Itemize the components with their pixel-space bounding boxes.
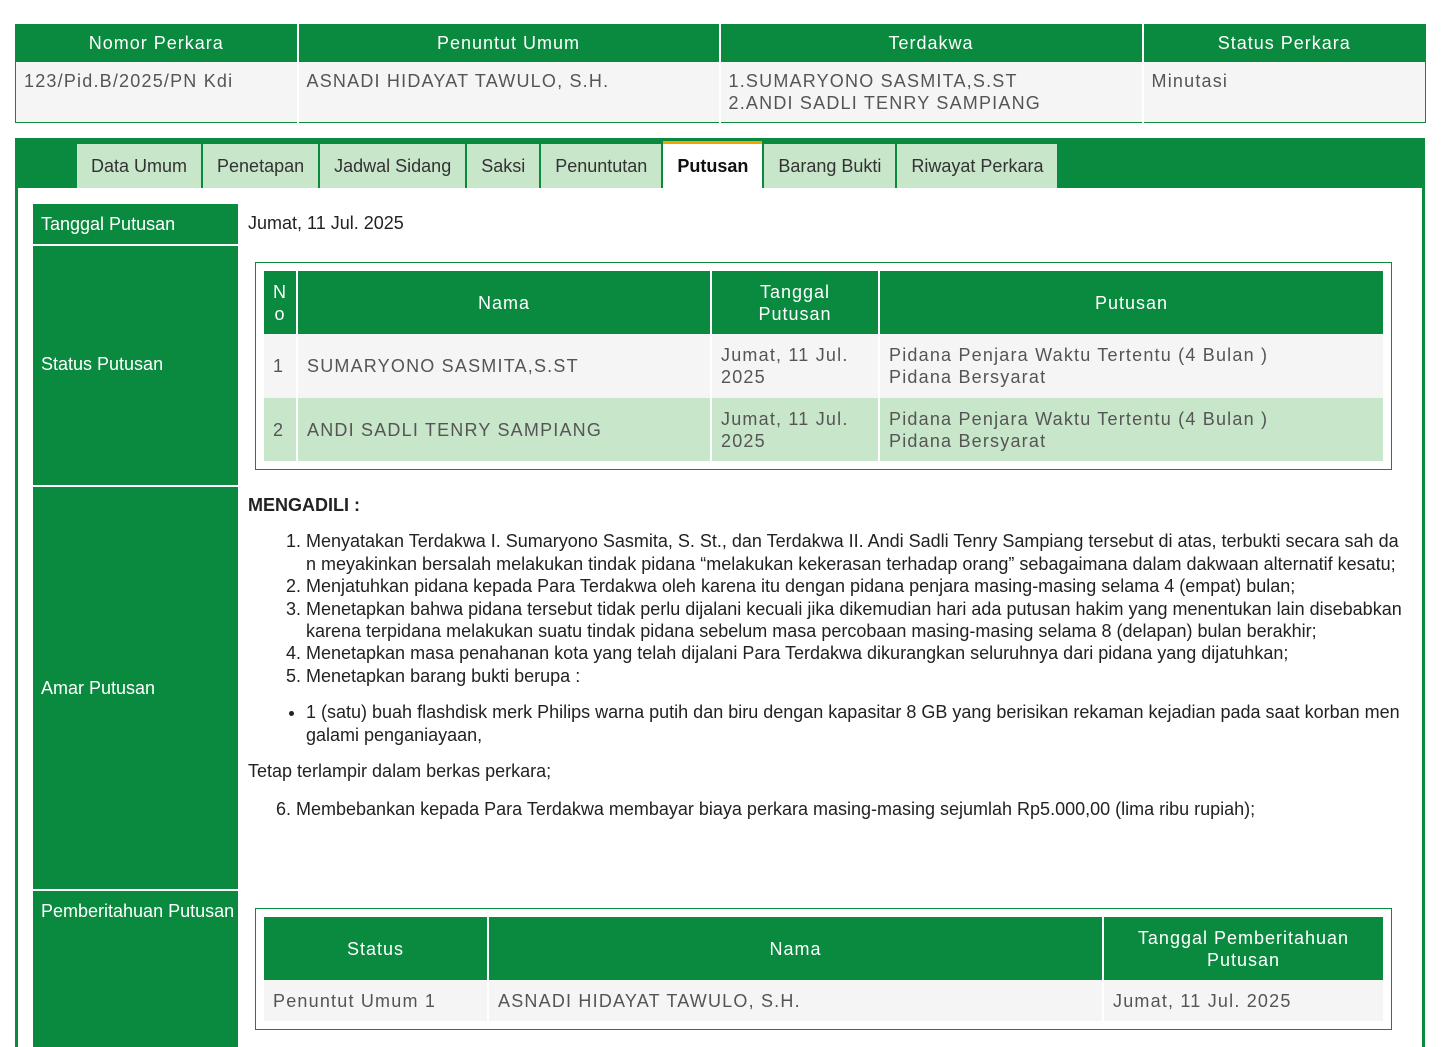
tab-data-umum[interactable]: Data Umum xyxy=(77,144,202,188)
header-terdakwa: Terdakwa xyxy=(719,24,1144,62)
amar-item-3: Menetapkan bahwa pidana tersebut tidak p… xyxy=(306,598,1403,643)
tanggal-putusan-value: Jumat, 11 Jul. 2025 xyxy=(248,213,404,233)
header-nama: Nama xyxy=(297,271,712,334)
row-nama: ASNADI HIDAYAT TAWULO, S.H. xyxy=(488,980,1104,1021)
tab-bar: Data Umum Penetapan Jadwal Sidang Saksi … xyxy=(77,141,1059,188)
table-row: 1 SUMARYONO SASMITA,S.ST Jumat, 11 Jul. … xyxy=(264,334,1383,398)
header-putusan: Putusan xyxy=(879,271,1383,334)
nomor-perkara-value: 123/Pid.B/2025/PN Kdi xyxy=(15,61,299,123)
label-amar-putusan: Amar Putusan xyxy=(33,487,238,889)
status-perkara-value: Minutasi xyxy=(1142,61,1426,123)
amar-item-6: 6. Membebankan kepada Para Terdakwa memb… xyxy=(276,799,1256,820)
label-tanggal-putusan: Tanggal Putusan xyxy=(33,204,238,244)
header-nama: Nama xyxy=(488,917,1104,980)
putusan-line-1: Pidana Penjara Waktu Tertentu (4 Bulan ) xyxy=(889,345,1269,365)
amar-putusan-content: MENGADILI : Menyatakan Terdakwa I. Sumar… xyxy=(248,494,1403,821)
penuntut-umum-value: ASNADI HIDAYAT TAWULO, S.H. xyxy=(297,61,721,123)
row-tanggal: Jumat, 11 Jul. 2025 xyxy=(1103,980,1383,1021)
row-no: 1 xyxy=(264,334,298,398)
tab-penuntutan[interactable]: Penuntutan xyxy=(541,144,662,188)
amar-item-2: Menjatuhkan pidana kepada Para Terdakwa … xyxy=(306,575,1403,597)
header-nomor-perkara: Nomor Perkara xyxy=(15,24,299,62)
header-tanggal-putusan: Tanggal Putusan xyxy=(711,271,880,334)
row-putusan: Pidana Penjara Waktu Tertentu (4 Bulan )… xyxy=(879,334,1383,398)
pemberitahuan-table-wrap: Status Nama Tanggal Pemberitahuan Putusa… xyxy=(255,908,1392,1030)
table-row: 2 ANDI SADLI TENRY SAMPIANG Jumat, 11 Ju… xyxy=(264,398,1383,461)
amar-item-1: Menyatakan Terdakwa I. Sumaryono Sasmita… xyxy=(306,530,1403,575)
header-no: No xyxy=(264,271,298,334)
case-summary-table: Nomor Perkara Penuntut Umum Terdakwa Sta… xyxy=(15,24,1426,123)
table-row: Penuntut Umum 1 ASNADI HIDAYAT TAWULO, S… xyxy=(264,980,1383,1021)
header-status: Status xyxy=(264,917,489,980)
putusan-line-1: Pidana Penjara Waktu Tertentu (4 Bulan ) xyxy=(889,408,1269,429)
barang-bukti-list: 1 (satu) buah flashdisk merk Philips war… xyxy=(306,701,1403,746)
putusan-line-2: Pidana Bersyarat xyxy=(889,367,1047,387)
header-tanggal-pemberitahuan: Tanggal Pemberitahuan Putusan xyxy=(1103,917,1383,980)
case-summary-header-row: Nomor Perkara Penuntut Umum Terdakwa Sta… xyxy=(15,24,1426,62)
pemberitahuan-header-row: Status Nama Tanggal Pemberitahuan Putusa… xyxy=(264,917,1383,980)
amar-heading: MENGADILI : xyxy=(248,495,360,515)
tab-barang-bukti[interactable]: Barang Bukti xyxy=(764,144,896,188)
tab-riwayat-perkara[interactable]: Riwayat Perkara xyxy=(897,144,1058,188)
case-summary-row: 123/Pid.B/2025/PN Kdi ASNADI HIDAYAT TAW… xyxy=(15,61,1426,123)
terdakwa-value: 1.SUMARYONO SASMITA,S.ST 2.ANDI SADLI TE… xyxy=(719,61,1144,123)
tab-penetapan[interactable]: Penetapan xyxy=(203,144,319,188)
terdakwa-2: 2.ANDI SADLI TENRY SAMPIANG xyxy=(728,92,1041,113)
amar-item-4: Menetapkan masa penahanan kota yang tela… xyxy=(306,642,1403,664)
tab-saksi[interactable]: Saksi xyxy=(467,144,540,188)
header-penuntut-umum: Penuntut Umum xyxy=(297,24,721,62)
tab-putusan[interactable]: Putusan xyxy=(663,141,763,188)
row-status: Penuntut Umum 1 xyxy=(264,980,489,1021)
row-no: 2 xyxy=(264,398,298,461)
row-putusan: Pidana Penjara Waktu Tertentu (4 Bulan )… xyxy=(879,398,1383,461)
status-putusan-table: No Nama Tanggal Putusan Putusan 1 SUMARY… xyxy=(264,271,1383,461)
amar-tetap-text: Tetap terlampir dalam berkas perkara; xyxy=(248,761,552,782)
row-nama: SUMARYONO SASMITA,S.ST xyxy=(297,334,712,398)
row-tanggal: Jumat, 11 Jul. 2025 xyxy=(711,334,880,398)
amar-item-5: Menetapkan barang bukti berupa : xyxy=(306,665,1403,687)
pemberitahuan-table: Status Nama Tanggal Pemberitahuan Putusa… xyxy=(264,917,1383,1021)
barang-bukti-item: 1 (satu) buah flashdisk merk Philips war… xyxy=(306,701,1403,746)
amar-list: Menyatakan Terdakwa I. Sumaryono Sasmita… xyxy=(306,530,1403,687)
status-putusan-table-wrap: No Nama Tanggal Putusan Putusan 1 SUMARY… xyxy=(255,262,1392,470)
tab-jadwal-sidang[interactable]: Jadwal Sidang xyxy=(320,144,466,188)
label-pemberitahuan-putusan: Pemberitahuan Putusan xyxy=(33,891,238,1047)
row-nama: ANDI SADLI TENRY SAMPIANG xyxy=(297,398,712,461)
terdakwa-1: 1.SUMARYONO SASMITA,S.ST xyxy=(728,70,1018,91)
putusan-line-2: Pidana Bersyarat xyxy=(889,430,1047,451)
status-header-row: No Nama Tanggal Putusan Putusan xyxy=(264,271,1383,334)
header-status-perkara: Status Perkara xyxy=(1142,24,1426,62)
row-tanggal: Jumat, 11 Jul. 2025 xyxy=(711,398,880,461)
label-status-putusan: Status Putusan xyxy=(33,246,238,485)
